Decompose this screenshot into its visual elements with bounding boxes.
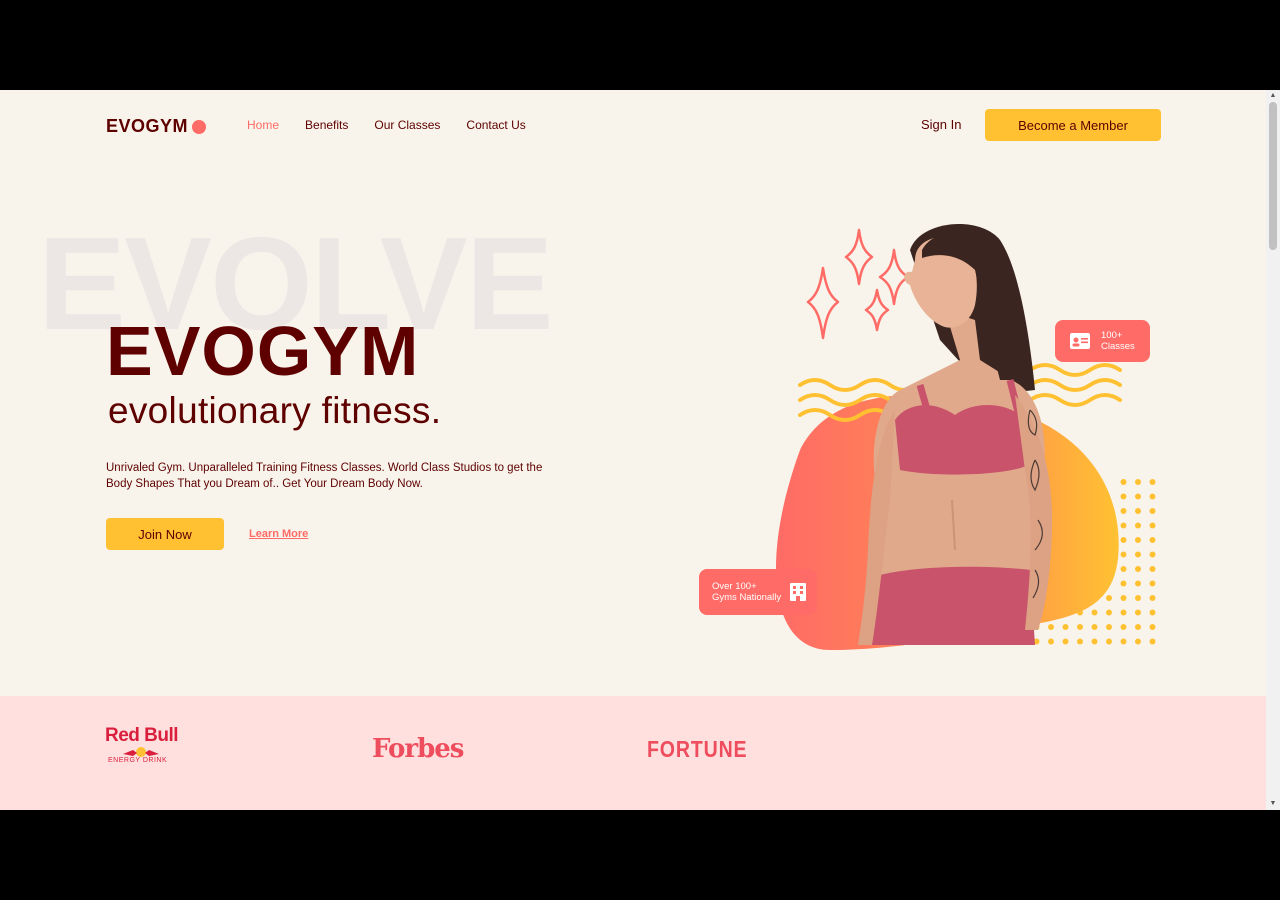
sponsors-bar: Red Bull ENERGY DRINK Forbes FORTUNE — [0, 696, 1266, 810]
hero-illustration — [776, 223, 1156, 650]
decor-dot — [1135, 537, 1141, 543]
decor-dot — [1120, 595, 1127, 601]
decor-dot — [1048, 624, 1054, 630]
gyms-badge-line1: Over 100+ — [712, 581, 757, 592]
decor-dot — [1135, 493, 1141, 500]
decor-dot — [1135, 580, 1141, 587]
classes-badge: 100+ Classes — [1055, 320, 1150, 362]
decor-dot — [1120, 551, 1127, 558]
decor-dot — [1149, 537, 1156, 543]
decor-dot — [1120, 522, 1127, 529]
decor-dot — [1062, 624, 1069, 630]
model-photo — [858, 223, 1052, 645]
hero-subtitle: evolutionary fitness. — [108, 390, 442, 431]
decor-dot — [1106, 638, 1112, 645]
decor-dot — [1149, 580, 1156, 587]
decor-dot — [1135, 624, 1141, 630]
decor-dot — [1135, 609, 1141, 616]
decor-dot — [1091, 638, 1098, 645]
learn-more-link[interactable]: Learn More — [249, 528, 308, 540]
decor-dot — [1091, 624, 1098, 630]
classes-badge-line2: Classes — [1101, 341, 1135, 352]
nav-link-benefits[interactable]: Benefits — [305, 118, 348, 132]
nav-link-home[interactable]: Home — [247, 118, 279, 132]
page-viewport: EVOGYM Home Benefits Our Classes Contact… — [0, 90, 1280, 810]
join-now-button[interactable]: Join Now — [106, 518, 224, 550]
decor-dot — [1091, 609, 1098, 616]
redbull-logo-title: Red Bull — [105, 725, 179, 746]
decor-dot — [1149, 493, 1156, 500]
nav-links: Home Benefits Our Classes Contact Us — [247, 118, 526, 132]
decor-dot — [1149, 624, 1156, 630]
scroll-down-icon[interactable]: ▼ — [1269, 800, 1277, 808]
sign-in-link[interactable]: Sign In — [921, 117, 961, 132]
decor-dot — [1120, 566, 1127, 572]
classes-badge-text: 100+ Classes — [1101, 330, 1135, 352]
gyms-badge-line2: Gyms Nationally — [712, 592, 782, 603]
decor-dot — [1120, 609, 1127, 616]
nav-link-contact-us[interactable]: Contact Us — [466, 118, 525, 132]
sparkle-icon — [806, 228, 910, 340]
logo-dot-icon — [192, 119, 207, 134]
become-member-button[interactable]: Become a Member — [985, 109, 1161, 141]
decor-dot — [1149, 638, 1156, 645]
logo[interactable]: EVOGYM — [106, 116, 207, 137]
decor-dot — [1135, 522, 1141, 529]
decor-dot — [1120, 493, 1127, 500]
decor-dot — [1048, 638, 1054, 645]
decor-dot — [1106, 595, 1112, 601]
decor-dot — [1106, 609, 1112, 616]
id-card-icon — [1070, 333, 1090, 349]
decor-dot — [1120, 580, 1127, 587]
top-navbar: EVOGYM Home Benefits Our Classes Contact… — [0, 90, 1266, 160]
decor-dot — [1135, 595, 1141, 601]
logo-text: EVOGYM — [106, 116, 189, 136]
redbull-bulls-icon — [123, 747, 159, 757]
decor-dot — [1149, 609, 1156, 616]
decor-dot — [1120, 479, 1127, 485]
fortune-logo: FORTUNE — [647, 736, 748, 762]
decor-dot — [1149, 508, 1156, 514]
decor-dot — [1149, 595, 1156, 601]
forbes-logo: Forbes — [372, 734, 464, 764]
decor-dot — [1135, 479, 1141, 485]
nav-link-our-classes[interactable]: Our Classes — [374, 118, 440, 132]
hero-graphic: 100+ Classes Over 100+ Gyms Nationally — [690, 220, 1170, 690]
decor-dot — [1120, 508, 1127, 514]
decor-dot — [1149, 551, 1156, 558]
scroll-up-icon[interactable]: ▲ — [1269, 92, 1277, 100]
gyms-badge: Over 100+ Gyms Nationally — [699, 569, 817, 615]
decor-dot — [1077, 638, 1083, 645]
decor-dot — [1120, 624, 1127, 630]
decor-dot — [1106, 624, 1112, 630]
building-icon — [790, 583, 807, 601]
vertical-scrollbar[interactable]: ▲ ▼ — [1266, 90, 1280, 810]
scrollbar-thumb[interactable] — [1269, 102, 1277, 250]
hero-title: EVOGYM — [106, 312, 420, 390]
hero-description: Unrivaled Gym. Unparalleled Training Fit… — [106, 462, 543, 490]
redbull-logo: Red Bull ENERGY DRINK — [105, 725, 179, 765]
decor-dot — [1077, 624, 1083, 630]
decor-dot — [1120, 537, 1127, 543]
decor-dot — [1135, 551, 1141, 558]
decor-dot — [1062, 638, 1069, 645]
decor-dot — [1120, 638, 1127, 645]
decor-dot — [1135, 566, 1141, 572]
decor-dot — [1149, 566, 1156, 572]
classes-badge-line1: 100+ — [1101, 330, 1123, 341]
decor-dot — [1149, 479, 1156, 485]
decor-dot — [1135, 638, 1141, 645]
decor-dot — [1149, 522, 1156, 529]
decor-dot — [1135, 508, 1141, 514]
gyms-badge-text: Over 100+ Gyms Nationally — [712, 581, 781, 603]
